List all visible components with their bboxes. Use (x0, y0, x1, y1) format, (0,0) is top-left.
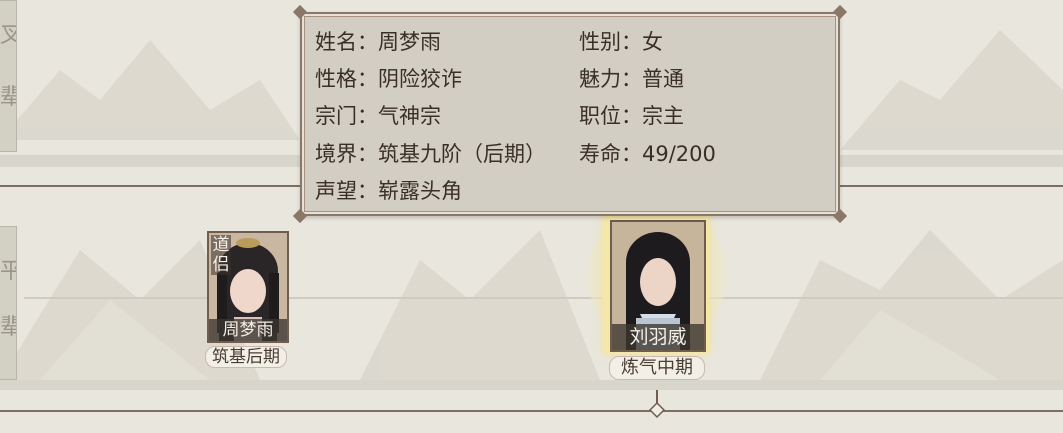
character-card-liu-yuwei[interactable]: 刘羽威 (610, 220, 706, 352)
generation-label-char: 辈 (0, 311, 16, 345)
character-name: 周梦雨 (209, 319, 287, 341)
character-info-tooltip: 姓名：周梦雨 性别：女 性格：阴险狡诈 魅力：普通 宗门：气神宗 职位：宗主 境… (292, 4, 848, 224)
info-personality: 性格：阴险狡诈 (315, 67, 462, 91)
generation-band-lower (0, 380, 1063, 390)
generation-label-char: 叉 (0, 19, 16, 53)
info-lifespan: 寿命：49/200 (579, 142, 716, 166)
character-card-zhou-mengyu[interactable]: 道侣 周梦雨 (207, 231, 289, 343)
info-charm: 魅力：普通 (579, 67, 684, 91)
info-name: 姓名：周梦雨 (315, 30, 441, 54)
generation-label-char: 辈 (0, 81, 16, 115)
companion-tag: 道侣 (211, 235, 231, 275)
character-realm-badge: 炼气中期 (609, 356, 705, 380)
info-realm: 境界：筑基九阶（后期） (315, 142, 546, 166)
character-realm-badge: 筑基后期 (205, 346, 287, 368)
info-gender: 性别：女 (579, 30, 663, 54)
generation-label-char: 平 (0, 255, 16, 289)
info-reputation: 声望：崭露头角 (315, 179, 462, 203)
generation-label-lower: 平 辈 (0, 226, 17, 380)
info-position: 职位：宗主 (579, 104, 684, 128)
generation-label-upper: 叉 辈 (0, 0, 17, 152)
info-sect: 宗门：气神宗 (315, 104, 441, 128)
character-name: 刘羽威 (612, 324, 704, 350)
